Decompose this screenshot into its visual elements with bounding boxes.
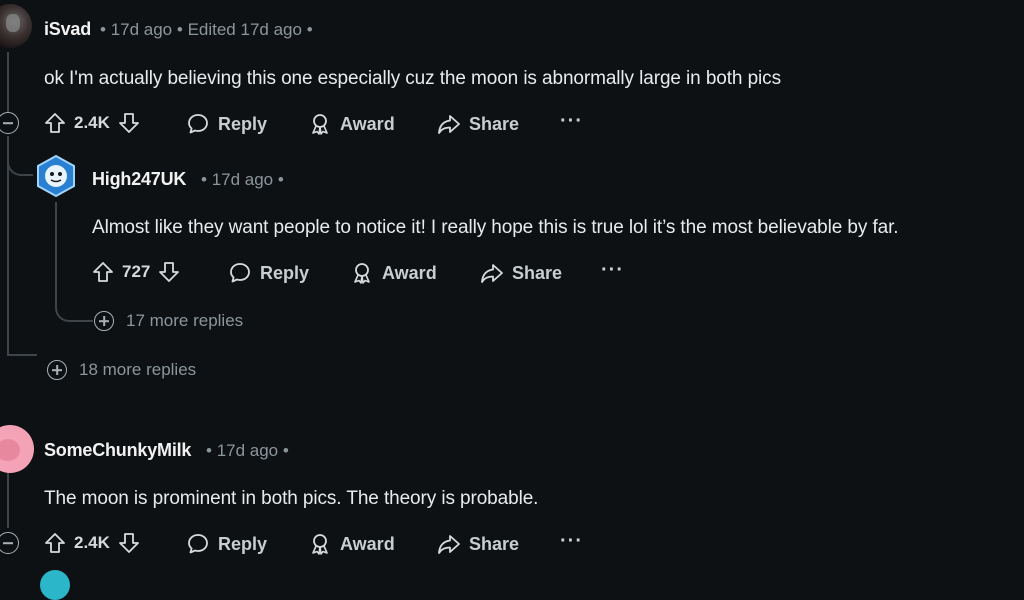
separator-dot: • [306, 20, 313, 39]
separator-dot: • [176, 20, 183, 39]
award-button[interactable]: Award [350, 261, 437, 285]
reply-label: Reply [260, 262, 310, 283]
share-icon [438, 535, 460, 554]
more-replies-label: 17 more replies [126, 311, 244, 330]
reply-icon [188, 534, 208, 554]
separator-dot: • [201, 170, 207, 189]
upvote-icon [45, 533, 65, 553]
reply-icon [188, 114, 208, 134]
share-button[interactable]: Share [437, 532, 519, 556]
vote-count: 727 [122, 262, 151, 281]
reply-button[interactable]: Reply [186, 532, 267, 556]
reply-icon [230, 263, 250, 283]
edited-label: Edited 17d ago [187, 20, 302, 39]
more-replies-button[interactable]: 17 more replies [94, 311, 243, 331]
comment-username[interactable]: SomeChunkyMilk [44, 440, 191, 461]
upvote-icon [45, 113, 65, 133]
separator-dot: • [100, 20, 106, 39]
award-label: Award [340, 113, 395, 134]
comment-body: The moon is prominent in both pics. The … [44, 488, 539, 509]
share-label: Share [469, 113, 520, 134]
avatar[interactable] [0, 4, 32, 48]
separator-dot: • [277, 170, 284, 189]
comment-username[interactable]: iSvad [44, 19, 91, 40]
plus-circle-icon [47, 360, 67, 380]
avatar-detail [6, 14, 20, 32]
more-replies-button[interactable]: 18 more replies [47, 360, 196, 380]
award-button[interactable]: Award [308, 112, 395, 136]
upvote-button[interactable]: 2.4K [44, 532, 140, 554]
upvote-button[interactable]: 727 [92, 261, 180, 283]
reply-button[interactable]: Reply [228, 261, 309, 285]
separator-dot: • [206, 441, 212, 460]
reply-body: Almost like they want people to notice i… [92, 217, 899, 238]
separator-dot: • [282, 441, 289, 460]
award-label: Award [382, 262, 437, 283]
reply-username[interactable]: High247UK [92, 169, 186, 190]
award-icon [354, 263, 370, 284]
reply-avatar[interactable] [34, 154, 78, 198]
thread-line-1 [7, 52, 9, 112]
snoo-avatar-icon [37, 154, 75, 198]
timestamp: 17d ago [110, 20, 173, 39]
plus-circle-icon [94, 311, 114, 331]
vote-count: 2.4K [74, 533, 110, 552]
timestamp: 17d ago [216, 441, 279, 460]
collapse-thread-button[interactable] [0, 112, 19, 134]
upvote-button[interactable]: 2.4K [44, 112, 140, 134]
share-label: Share [469, 533, 520, 554]
reply-label: Reply [218, 113, 268, 134]
reply-button[interactable]: Reply [186, 112, 267, 136]
share-label: Share [512, 262, 563, 283]
award-icon [312, 534, 328, 555]
downvote-icon[interactable] [158, 261, 180, 283]
share-button[interactable]: Share [437, 112, 519, 136]
share-button[interactable]: Share [480, 261, 562, 285]
avatar[interactable] [0, 425, 34, 473]
award-icon [312, 114, 328, 135]
comment-body: ok I'm actually believing this one espec… [44, 68, 781, 89]
thread-line-2 [55, 202, 57, 307]
downvote-icon[interactable] [118, 532, 140, 554]
reply-meta: • 17d ago • [201, 170, 284, 190]
avatar[interactable] [40, 570, 70, 600]
thread-line-3 [7, 472, 9, 528]
timestamp: 17d ago [211, 170, 274, 189]
thread-branch-curve [7, 150, 33, 176]
share-icon [481, 264, 503, 283]
more-options-button[interactable]: ··· [601, 259, 624, 282]
share-icon [438, 115, 460, 134]
thread-line-1-curve [7, 354, 37, 356]
comment-meta: • 17d ago • [206, 441, 289, 461]
more-options-button[interactable]: ··· [560, 110, 583, 133]
vote-count: 2.4K [74, 113, 110, 132]
downvote-icon[interactable] [118, 112, 140, 134]
award-label: Award [340, 533, 395, 554]
award-button[interactable]: Award [308, 532, 395, 556]
avatar-face [0, 439, 20, 461]
collapse-thread-button[interactable] [0, 532, 19, 554]
reply-label: Reply [218, 533, 268, 554]
more-options-button[interactable]: ··· [560, 530, 583, 553]
upvote-icon [93, 262, 113, 282]
more-replies-label: 18 more replies [79, 360, 197, 379]
comment-meta: • 17d ago • Edited 17d ago • [100, 20, 313, 40]
thread-branch-curve-2 [55, 296, 93, 322]
